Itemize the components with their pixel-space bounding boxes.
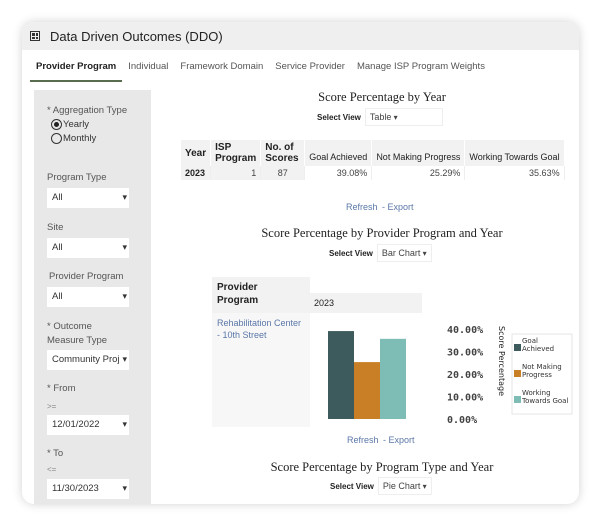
y-tick-label: 10.00% [447,393,483,404]
filter-panel: * Aggregation Type Yearly Monthly Progra… [34,90,151,504]
select-view-label: Select View [330,481,374,491]
select-view-program: Select View Bar Chart [329,244,432,262]
select-view-program-type: Select View Pie Chart [330,477,432,495]
col-year: Year [181,140,212,166]
from-operator: >= [47,402,57,411]
view-dropdown[interactable]: Pie Chart [377,477,432,495]
app-title: Data Driven Outcomes (DDO) [50,28,223,44]
tab-manage-isp-weights[interactable]: Manage ISP Program Weights [351,58,491,82]
section-title-by-year: Score Percentage by Year [318,90,446,104]
provider-program-select[interactable]: All [47,287,129,307]
tab-provider-program[interactable]: Provider Program [30,58,123,82]
to-date-select[interactable]: 11/30/2023 [47,479,129,499]
bar-not-making-progress [354,362,380,419]
radio-monthly[interactable]: Monthly [51,133,96,144]
program-link[interactable]: Rehabilitation Center - 10th Street [212,313,310,427]
col-isp-program: ISP Program [210,140,262,166]
cell-notmaking: 25.29% [371,166,466,180]
bar-chart: 0.00% 10.00% 20.00% 30.00% 40.00% Score Perce… [310,313,573,429]
tab-bar: Provider Program Individual Framework Do… [30,58,491,82]
refresh-export-2: Refresh - Export [347,430,414,448]
program-type-select[interactable]: All [47,188,129,208]
site-label: Site [47,222,64,233]
program-type-label: Program Type [47,172,107,183]
y-tick-label: 40.00% [447,325,483,336]
section-title-by-program: Score Percentage by Provider Program and… [261,226,503,240]
to-label: * To [47,448,64,459]
from-date-select[interactable]: 12/01/2022 [47,415,129,435]
refresh-link[interactable]: Refresh [346,202,378,212]
radio-yearly-dot[interactable] [51,119,62,130]
radio-monthly-dot[interactable] [51,133,62,144]
col-working-towards-goal: Working Towards Goal [464,140,565,166]
legend-swatch [514,396,521,403]
provider-program-label: Provider Program [49,271,124,282]
bar-goal-achieved [328,331,354,419]
radio-yearly[interactable]: Yearly [51,119,89,130]
view-dropdown[interactable]: Bar Chart [376,244,432,262]
section-title-by-program-type: Score Percentage by Program Type and Yea… [270,460,494,474]
tab-individual[interactable]: Individual [122,58,174,82]
bar-working-towards-goal [380,338,406,419]
legend-swatch [514,370,521,377]
aggregation-label: * Aggregation Type [47,105,128,116]
y-tick-label: 30.00% [447,348,483,359]
site-select[interactable]: All [47,238,129,258]
row-header-cell: Provider Program Rehabilitation Center -… [212,277,310,427]
table-header-row: Year ISP Program No. of Scores Goal Achi… [181,140,565,166]
radio-yearly-label: Yearly [63,119,90,131]
from-label: * From [47,383,76,394]
tab-framework-domain[interactable]: Framework Domain [174,58,269,82]
outcome-select[interactable]: Community Proj [47,350,129,370]
to-operator: <= [47,465,57,474]
ddo-window: Data Driven Outcomes (DDO) Provider Prog… [22,22,579,504]
outcome-label: * Outcome [47,321,92,332]
cell-goal: 39.08% [304,166,373,180]
cell-count: 87 [260,166,306,180]
y-tick-label: 20.00% [447,370,483,381]
cell-working: 35.63% [464,166,565,180]
score-by-year-table: Year ISP Program No. of Scores Goal Achi… [181,140,565,180]
legend-swatch [514,344,521,351]
outcome-label-2: Measure Type [47,335,108,346]
export-link[interactable]: - Export [383,435,415,445]
y-axis-label: Score Percentage [497,326,506,396]
select-view-year: Select View Table [317,108,443,126]
cell-year: 2023 [181,166,212,180]
col-not-making-progress: Not Making Progress [371,140,466,166]
grid-icon [30,31,40,41]
year-header-cell: 2023 [310,293,422,313]
y-tick-label: 0.00% [447,415,477,426]
table-row: 2023 1 87 39.08% 25.29% 35.63% [181,166,565,180]
tab-service-provider[interactable]: Service Provider [269,58,351,82]
refresh-export-1: Refresh - Export [346,197,413,215]
view-dropdown[interactable]: Table [364,108,443,126]
col-goal-achieved: Goal Achieved [304,140,373,166]
export-link[interactable]: - Export [382,202,414,212]
select-view-label: Select View [329,248,373,258]
row-header-label: Provider Program [217,282,259,306]
refresh-link[interactable]: Refresh [347,435,379,445]
window-header: Data Driven Outcomes (DDO) [22,22,579,50]
cell-isp: 1 [210,166,262,180]
radio-monthly-label: Monthly [63,133,97,145]
select-view-label: Select View [317,112,361,122]
col-no-scores: No. of Scores [260,140,306,166]
